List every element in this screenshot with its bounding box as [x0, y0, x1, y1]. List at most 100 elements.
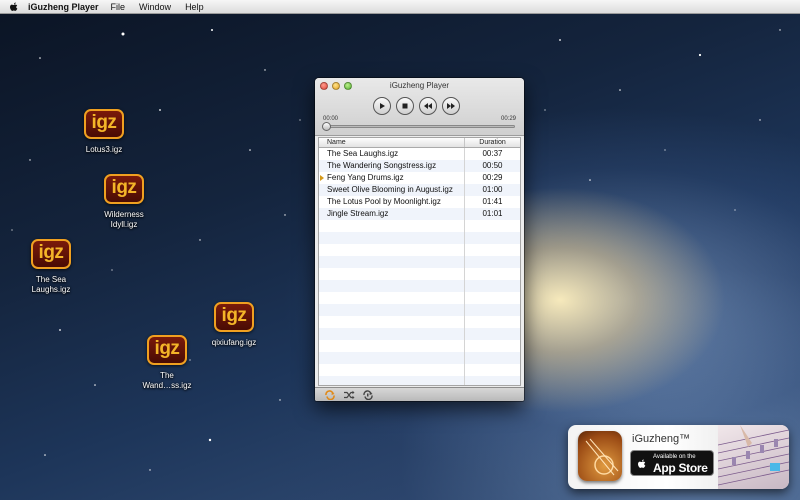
empty-row	[319, 340, 520, 352]
table-row[interactable]: Jingle Stream.igz 01:01	[319, 208, 520, 220]
fast-forward-button[interactable]	[442, 97, 460, 115]
empty-cell	[465, 256, 520, 268]
empty-cell	[465, 316, 520, 328]
empty-cell	[465, 376, 520, 385]
empty-cell	[319, 232, 465, 244]
store-badge-line2: App Store	[653, 461, 708, 475]
desktop-file-wilderness-idyll[interactable]: igz Wilderness Idyll.igz	[84, 174, 164, 230]
empty-row	[319, 292, 520, 304]
track-duration: 01:01	[482, 209, 503, 218]
track-duration: 00:37	[482, 149, 503, 158]
igz-file-icon: igz	[84, 109, 124, 139]
empty-cell	[319, 292, 465, 304]
empty-row	[319, 232, 520, 244]
apple-logo-icon	[638, 459, 646, 468]
play-icon	[380, 103, 385, 109]
progress-knob[interactable]	[322, 122, 331, 131]
progress-track[interactable]	[326, 125, 515, 128]
shuffle-icon[interactable]	[343, 390, 355, 400]
empty-cell	[465, 268, 520, 280]
empty-cell	[319, 256, 465, 268]
empty-cell	[319, 328, 465, 340]
empty-cell	[465, 340, 520, 352]
empty-row	[319, 268, 520, 280]
track-name: The Sea Laughs.igz	[319, 148, 465, 160]
menu-app-name[interactable]: iGuzheng Player	[28, 0, 99, 14]
menu-file[interactable]: File	[111, 0, 126, 14]
rewind-button[interactable]	[419, 97, 437, 115]
iguzheng-app-icon	[578, 431, 622, 481]
table-row[interactable]: Sweet Olive Blooming in August.igz 01:00	[319, 184, 520, 196]
empty-cell	[319, 376, 465, 385]
empty-row	[319, 256, 520, 268]
zither-photo	[717, 425, 789, 489]
now-playing-icon	[320, 175, 324, 181]
empty-cell	[319, 280, 465, 292]
window-title: iGuzheng Player	[389, 81, 450, 90]
table-row[interactable]: Feng Yang Drums.igz 00:29	[319, 172, 520, 184]
stop-button[interactable]	[396, 97, 414, 115]
app-store-banner[interactable]: iGuzheng™ Available on the App Store	[568, 425, 789, 489]
empty-row	[319, 316, 520, 328]
repeat-icon[interactable]	[324, 389, 336, 400]
igz-file-icon: igz	[104, 174, 144, 204]
track-name: The Lotus Pool by Moonlight.igz	[319, 196, 465, 208]
empty-cell	[319, 220, 465, 232]
empty-cell	[465, 292, 520, 304]
fast-forward-icon	[447, 103, 455, 109]
empty-cell	[465, 352, 520, 364]
empty-row	[319, 220, 520, 232]
desktop-file-lotus3[interactable]: igz Lotus3.igz	[64, 109, 144, 155]
empty-cell	[465, 280, 520, 292]
playlist-table: Name Duration The Sea Laughs.igz 00:37 T…	[318, 137, 521, 386]
desktop-file-label: Lotus3.igz	[85, 145, 123, 154]
banner-app-name: iGuzheng™	[632, 433, 691, 445]
desktop-file-the-sea-laughs[interactable]: igz The Sea Laughs.igz	[11, 239, 91, 295]
repeat-one-icon[interactable]	[362, 389, 374, 400]
desktop-file-label: The Sea Laughs.igz	[31, 275, 71, 294]
empty-row	[319, 280, 520, 292]
table-row[interactable]: The Wandering Songstress.igz 00:50	[319, 160, 520, 172]
empty-row	[319, 376, 520, 385]
igz-file-icon: igz	[214, 302, 254, 332]
apple-menu-icon[interactable]	[8, 1, 20, 13]
menu-window[interactable]: Window	[139, 0, 171, 14]
empty-row	[319, 328, 520, 340]
desktop-file-the-wandering-songstress[interactable]: igz The Wand…ss.igz	[127, 335, 207, 391]
track-duration: 01:00	[482, 185, 503, 194]
track-duration: 01:41	[482, 197, 503, 206]
igz-file-icon: igz	[31, 239, 71, 269]
desktop-file-label: Wilderness Idyll.igz	[104, 210, 144, 229]
column-header-duration[interactable]: Duration	[465, 138, 520, 147]
total-time: 00:29	[500, 116, 516, 122]
app-store-badge[interactable]: Available on the App Store	[630, 450, 714, 476]
play-button[interactable]	[373, 97, 391, 115]
player-toolbar: iGuzheng Player 00:00 00:29	[315, 78, 524, 136]
table-row[interactable]: The Lotus Pool by Moonlight.igz 01:41	[319, 196, 520, 208]
column-header-name[interactable]: Name	[319, 138, 465, 147]
stop-icon	[402, 103, 408, 109]
empty-cell	[319, 316, 465, 328]
track-duration: 00:50	[482, 161, 503, 170]
empty-cell	[465, 364, 520, 376]
desktop-file-label: The Wand…ss.igz	[142, 371, 192, 390]
table-row[interactable]: The Sea Laughs.igz 00:37	[319, 148, 520, 160]
empty-cell	[465, 304, 520, 316]
track-name: The Wandering Songstress.igz	[319, 160, 465, 172]
playlist-rows: The Sea Laughs.igz 00:37 The Wandering S…	[319, 148, 520, 385]
empty-cell	[465, 232, 520, 244]
track-name: Jingle Stream.igz	[319, 208, 465, 220]
empty-cell	[319, 244, 465, 256]
empty-row	[319, 364, 520, 376]
empty-row	[319, 304, 520, 316]
igz-file-icon: igz	[147, 335, 187, 365]
track-name: Sweet Olive Blooming in August.igz	[319, 184, 465, 196]
empty-cell	[319, 268, 465, 280]
empty-cell	[465, 220, 520, 232]
playlist-header: Name Duration	[319, 138, 520, 148]
track-duration: 00:29	[482, 173, 503, 182]
menu-help[interactable]: Help	[185, 0, 204, 14]
empty-row	[319, 244, 520, 256]
player-bottom-bar	[315, 387, 524, 401]
menu-bar: iGuzheng Player File Window Help	[0, 0, 800, 14]
